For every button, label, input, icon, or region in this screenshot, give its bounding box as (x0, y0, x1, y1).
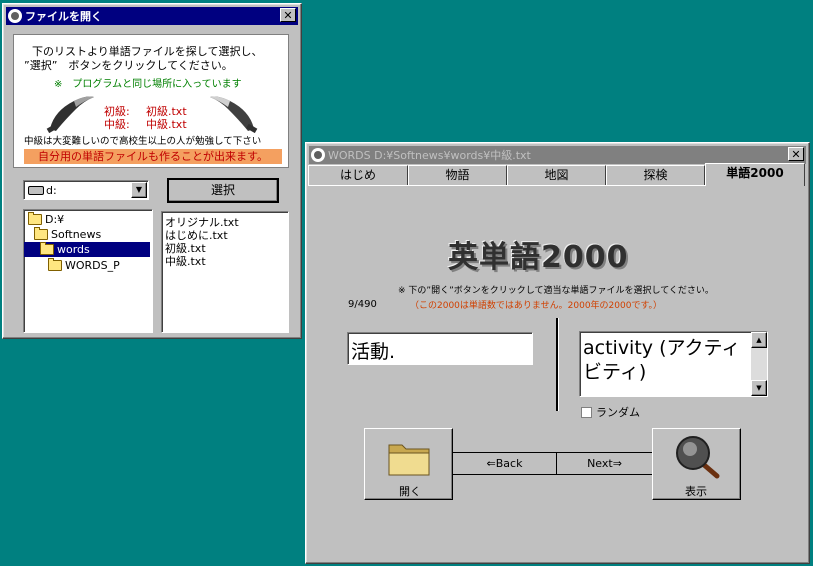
close-icon[interactable]: ✕ (788, 147, 804, 161)
folder-icon (48, 258, 62, 271)
select-button[interactable]: 選択 (167, 178, 279, 203)
english-word-field[interactable]: activity (アクティビティ) ▲ ▼ (579, 331, 768, 397)
tree-label: Softnews (51, 228, 102, 241)
folder-open-icon (40, 242, 54, 255)
intro-line2: ”選択” ボタンをクリックしてください。 (24, 59, 233, 72)
back-label: ⇐Back (486, 457, 523, 470)
left-sword-icon (46, 96, 94, 133)
japanese-word-field[interactable]: 活動. (347, 332, 533, 365)
file-list[interactable]: オリジナル.txt はじめに.txt 初級.txt 中級.txt (161, 211, 289, 333)
folder-tree[interactable]: D:¥ Softnews words WORDS_P (23, 209, 153, 333)
instruction-text: ※ 下の”開く”ボタンをクリックして適当な単語ファイルを選択してください。 (398, 286, 714, 296)
tip-banner: 自分用の単語ファイルも作ることが出来ます。 (24, 149, 282, 164)
folder-open-icon (34, 227, 48, 240)
select-button-label: 選択 (210, 183, 235, 197)
main-titlebar[interactable]: WORDS D:¥Softnews¥words¥中級.txt ✕ (309, 146, 806, 164)
tab-label: 地図 (544, 168, 569, 182)
folder-icon (388, 444, 430, 476)
scroll-up-icon[interactable]: ▲ (751, 332, 767, 348)
tab-panel-border (308, 185, 705, 186)
random-checkbox[interactable]: ランダム (581, 404, 640, 420)
japanese-word-value: 活動. (351, 341, 396, 363)
close-icon[interactable]: ✕ (280, 8, 296, 22)
tab-tanken[interactable]: 探検 (606, 165, 705, 185)
english-word-value: activity (アクティビティ) (583, 337, 741, 383)
right-sword-icon (210, 96, 258, 133)
tree-label: D:¥ (45, 213, 65, 226)
list-item[interactable]: 中級.txt (165, 253, 206, 269)
tab-label: 探検 (643, 168, 668, 182)
next-button[interactable]: Next⇒ (557, 453, 652, 474)
tree-item-drive[interactable]: D:¥ (28, 212, 65, 226)
file-open-dialog: ファイルを開く ✕ 下のリストより単語ファイルを探して選択し、 ”選択” ボタン… (2, 3, 302, 339)
difficulty-warning: 中級は大変難しいので高校生以上の人が勉強して下さい (24, 136, 262, 147)
scrollbar[interactable]: ▲ ▼ (751, 332, 767, 396)
checkbox-box[interactable] (581, 406, 592, 418)
tree-label: WORDS_P (65, 259, 120, 272)
vertical-divider (556, 318, 559, 411)
main-title: WORDS D:¥Softnews¥words¥中級.txt (328, 149, 531, 162)
tab-words2000[interactable]: 単語2000 (705, 163, 805, 186)
tree-label: words (57, 243, 90, 256)
year-note: （この2000は単語数ではありません。2000年の2000です。） (410, 301, 663, 311)
show-button[interactable]: 表示 (652, 428, 741, 500)
tab-hajime[interactable]: はじめ (308, 165, 408, 185)
tab-chizu[interactable]: 地図 (507, 165, 606, 185)
tab-label: はじめ (339, 168, 376, 182)
open-button[interactable]: 開く (364, 428, 453, 500)
intermediate-label: 中級: (104, 118, 130, 131)
tree-item-words[interactable]: words (24, 242, 150, 257)
drive-icon (28, 186, 44, 195)
drive-combo[interactable]: d: ▼ (23, 180, 149, 200)
app-icon (8, 9, 22, 23)
open-label: 開く (399, 485, 421, 498)
chevron-down-icon[interactable]: ▼ (131, 182, 147, 198)
next-label: Next⇒ (587, 457, 622, 470)
counter: 9/490 (348, 299, 377, 310)
scroll-down-icon[interactable]: ▼ (751, 380, 767, 396)
instruction-panel: 下のリストより単語ファイルを探して選択し、 ”選択” ボタンをクリックしてくださ… (13, 34, 289, 168)
dialog-titlebar[interactable]: ファイルを開く ✕ (6, 7, 298, 25)
app-icon (311, 148, 325, 162)
tip-text: 自分用の単語ファイルも作ることが出来ます。 (38, 150, 268, 163)
tab-monogatari[interactable]: 物語 (408, 165, 507, 185)
back-button[interactable]: ⇐Back (453, 453, 557, 474)
tree-item-softnews[interactable]: Softnews (34, 227, 102, 241)
magnifier-icon (676, 436, 720, 479)
tab-label: 単語2000 (726, 166, 784, 180)
location-note: ※ プログラムと同じ場所に入っています (54, 79, 242, 90)
dialog-title: ファイルを開く (25, 10, 102, 23)
tree-item-words-p[interactable]: WORDS_P (48, 258, 120, 272)
tab-label: 物語 (445, 168, 470, 182)
drive-value: d: (46, 184, 57, 197)
random-label: ランダム (596, 406, 640, 419)
intermediate-file: 中級.txt (146, 118, 187, 131)
folder-open-icon (28, 212, 42, 225)
app-logo: 英単語2000 (448, 240, 629, 275)
show-label: 表示 (685, 485, 707, 498)
